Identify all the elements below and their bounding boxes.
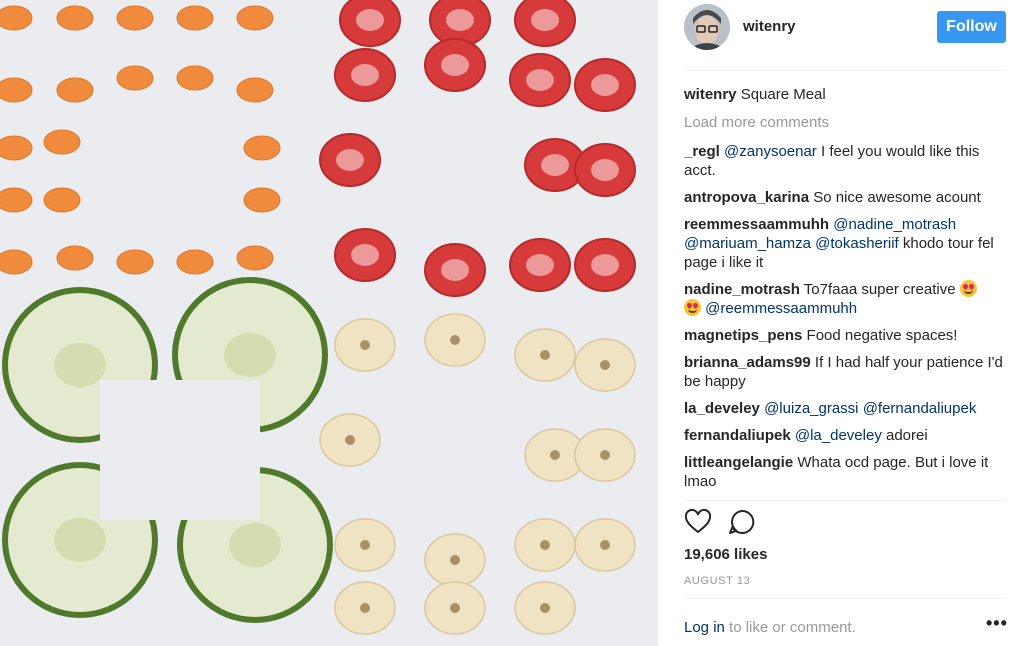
post-caption: witenry Square Meal bbox=[684, 85, 1010, 104]
comments-list: witenry Square Meal Load more comments _… bbox=[684, 85, 1010, 500]
comment-author[interactable]: brianna_adams99 bbox=[684, 354, 811, 371]
comment-item: _regl @zanysoenar I feel you would like … bbox=[684, 142, 1010, 180]
comment-author[interactable]: antropova_karina bbox=[684, 189, 809, 206]
comment-text: adorei bbox=[881, 427, 928, 444]
comment-text: To7faaa super creative bbox=[803, 281, 960, 298]
comment-author[interactable]: _regl bbox=[684, 143, 720, 160]
comment-mention[interactable]: @luiza_grassi bbox=[764, 400, 858, 417]
login-link[interactable]: Log in bbox=[684, 619, 725, 636]
food-arrangement-image bbox=[0, 0, 657, 646]
more-options-icon[interactable]: ••• bbox=[986, 613, 1008, 634]
post-side-panel: witenry Follow witenry Square Meal Load … bbox=[657, 0, 1024, 646]
comment-item: fernandaliupek @la_develey adorei bbox=[684, 426, 1010, 445]
comment-author[interactable]: nadine_motrash bbox=[684, 281, 800, 298]
comment-mention[interactable]: @la_develey bbox=[795, 427, 882, 444]
post-username[interactable]: witenry bbox=[743, 18, 796, 35]
comment-item: antropova_karina So nice awesome acount bbox=[684, 188, 1010, 207]
comment-mention[interactable]: @tokasheriif bbox=[815, 235, 899, 252]
caption-author[interactable]: witenry bbox=[684, 86, 737, 103]
comment-author[interactable]: la_develey bbox=[684, 400, 760, 417]
load-more-comments-link[interactable]: Load more comments bbox=[684, 113, 1010, 132]
heart-eyes-emoji-icon bbox=[684, 299, 701, 316]
comment-item: nadine_motrash To7faaa super creative @r… bbox=[684, 280, 1010, 318]
heart-icon[interactable] bbox=[684, 508, 712, 536]
heart-eyes-emoji-icon bbox=[959, 280, 977, 297]
comment-author[interactable]: magnetips_pens bbox=[684, 327, 802, 344]
comments-divider bbox=[684, 500, 1006, 501]
avatar[interactable] bbox=[684, 4, 730, 50]
comment-item: magnetips_pens Food negative spaces! bbox=[684, 326, 1010, 345]
comment-item: brianna_adams99 If I had half your patie… bbox=[684, 353, 1010, 391]
post-header: witenry Follow bbox=[658, 0, 1024, 56]
speech-bubble-icon[interactable] bbox=[728, 508, 756, 536]
comment-author[interactable]: fernandaliupek bbox=[684, 427, 791, 444]
header-divider bbox=[684, 70, 1006, 71]
post-date[interactable]: AUGUST 13 bbox=[684, 575, 750, 587]
likes-count[interactable]: 19,606 likes bbox=[684, 546, 767, 563]
comment-mention[interactable]: @zanysoenar bbox=[724, 143, 817, 160]
login-prompt: Log in to like or comment. bbox=[684, 619, 856, 636]
follow-button[interactable]: Follow bbox=[937, 11, 1006, 43]
caption-text: Square Meal bbox=[740, 86, 826, 103]
comment-item: littleangelangie Whata ocd page. But i l… bbox=[684, 453, 1010, 491]
comment-mention[interactable]: @fernandaliupek bbox=[863, 400, 977, 417]
login-prompt-text: to like or comment. bbox=[724, 619, 856, 636]
comment-mention[interactable]: @mariuam_hamza bbox=[684, 235, 811, 252]
comment-item: la_develey @luiza_grassi @fernandaliupek bbox=[684, 399, 1010, 418]
comment-item: reemmessaammuhh @nadine_motrash @mariuam… bbox=[684, 215, 1010, 272]
comment-mention[interactable]: @reemmessaammuhh bbox=[705, 300, 857, 317]
comment-author[interactable]: littleangelangie bbox=[684, 454, 793, 471]
comment-text: Food negative spaces! bbox=[806, 327, 958, 344]
avatar-image bbox=[684, 4, 730, 50]
footer-divider bbox=[684, 598, 1006, 599]
comment-text: So nice awesome acount bbox=[813, 189, 981, 206]
comment-author[interactable]: reemmessaammuhh bbox=[684, 216, 829, 233]
comment-mention[interactable]: @nadine_motrash bbox=[833, 216, 956, 233]
post-photo[interactable] bbox=[0, 0, 657, 646]
